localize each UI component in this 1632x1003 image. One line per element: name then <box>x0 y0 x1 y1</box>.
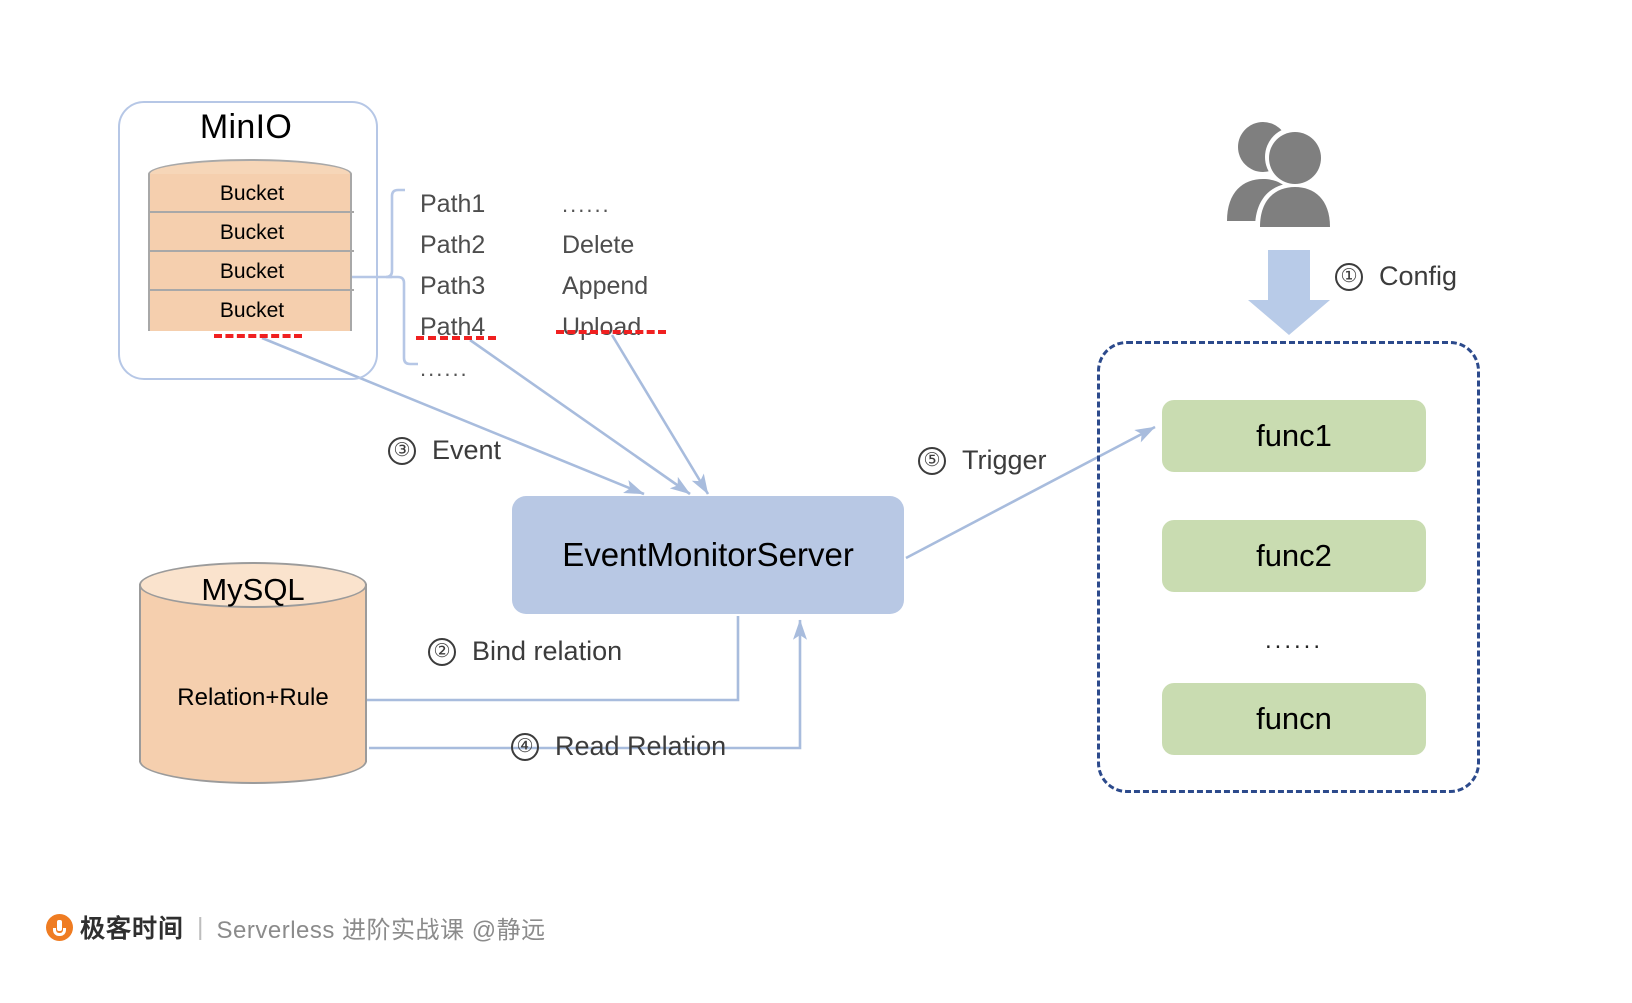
operation-ellipsis: ...... <box>562 192 611 217</box>
step-config: ① Config <box>1335 261 1457 292</box>
function-node-func1[interactable]: func1 <box>1162 400 1426 472</box>
upload-highlight-dash <box>556 330 666 334</box>
operation-item: Upload <box>562 313 642 341</box>
step-number: ② <box>428 637 456 666</box>
brand-separator: | <box>197 912 204 941</box>
users-icon <box>1221 113 1351 228</box>
operation-list: ...... Delete Append Upload <box>562 184 648 348</box>
step-label-text: Config <box>1379 261 1458 291</box>
step-label-text: Read Relation <box>555 731 727 761</box>
step-label-text: Trigger <box>962 445 1047 475</box>
bucket-cylinder: Bucket Bucket Bucket Bucket <box>148 159 356 331</box>
bucket-highlight-dash <box>214 334 302 338</box>
path4-highlight-dash <box>416 336 496 340</box>
step-event: ③ Event <box>388 435 501 466</box>
brand-name: 极客时间 <box>80 915 185 943</box>
bucket-item: Bucket <box>219 299 285 322</box>
footer-watermark: 极客时间 | Serverless 进阶实战课 @静远 <box>46 909 546 945</box>
path-item: Path1 <box>420 190 486 218</box>
path-ellipsis: ...... <box>420 356 469 381</box>
event-monitor-server-label: EventMonitorServer <box>562 536 854 573</box>
step-number: ③ <box>388 436 416 465</box>
step-trigger: ⑤ Trigger <box>918 445 1047 476</box>
path-list: Path1 Path2 Path3 Path4 ...... <box>420 184 485 389</box>
function-label: funcn <box>1256 701 1332 736</box>
step-number: ④ <box>511 732 539 761</box>
step-number: ⑤ <box>918 446 946 475</box>
event-monitor-server-node[interactable]: EventMonitorServer <box>512 496 904 614</box>
function-node-funcn[interactable]: funcn <box>1162 683 1426 755</box>
bucket-item: Bucket <box>150 213 354 252</box>
mysql-body <box>139 584 367 762</box>
mysql-cylinder: MySQL Relation+Rule <box>139 562 371 784</box>
mysql-title: MySQL <box>201 572 305 607</box>
function-list-ellipsis: ...... <box>1264 627 1323 654</box>
operation-item: Delete <box>562 231 635 259</box>
cylinder-body: Bucket Bucket Bucket Bucket <box>148 174 354 331</box>
path-item: Path2 <box>420 231 486 259</box>
step-label-text: Event <box>432 435 502 465</box>
bucket-item: Bucket <box>150 174 354 213</box>
geekbang-logo-icon <box>46 913 73 941</box>
bucket-item: Bucket <box>150 252 354 291</box>
diagram-canvas: MinIO Bucket Bucket Bucket Bucket Path1 … <box>0 0 1632 1003</box>
path-item: Path4 <box>420 313 486 341</box>
function-label: func1 <box>1256 418 1332 453</box>
mysql-content-label: Relation+Rule <box>177 684 329 711</box>
path-item: Path3 <box>420 272 486 300</box>
step-bind-relation: ② Bind relation <box>428 636 622 667</box>
operation-item: Append <box>562 272 649 300</box>
function-node-func2[interactable]: func2 <box>1162 520 1426 592</box>
step-read-relation: ④ Read Relation <box>511 731 726 762</box>
course-tagline: Serverless 进阶实战课 @静远 <box>216 916 546 944</box>
minio-title: MinIO <box>199 108 293 146</box>
function-label: func2 <box>1256 538 1332 573</box>
step-label-text: Bind relation <box>472 636 623 666</box>
step-number: ① <box>1335 262 1363 291</box>
